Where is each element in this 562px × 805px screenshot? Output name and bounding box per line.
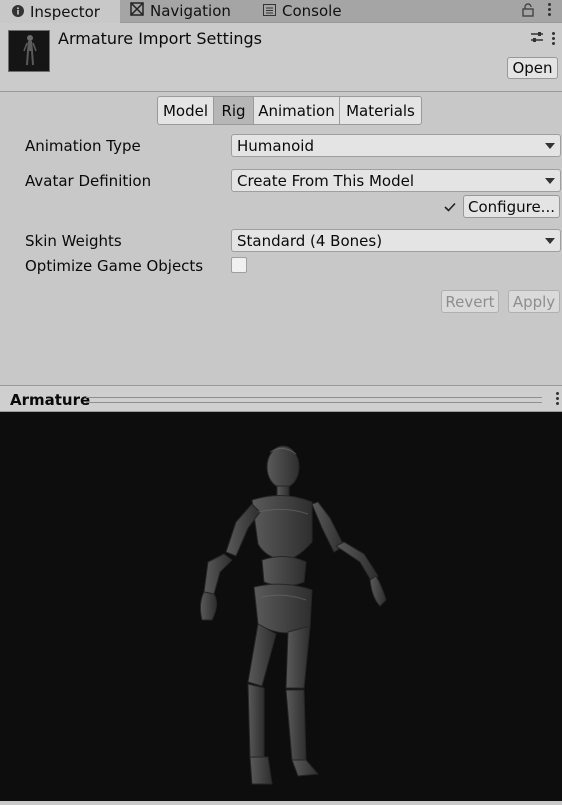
tab-label: Console [282,2,342,20]
model-preview-viewport[interactable] [0,412,562,801]
preview-menu-icon[interactable] [556,392,560,407]
skin-weights-dropdown[interactable]: Standard (4 Bones) [231,229,561,252]
optimize-game-objects-checkbox[interactable] [231,257,247,273]
tab-label: Navigation [150,2,231,20]
avatar-definition-value: Create From This Model [237,171,414,190]
tab-model[interactable]: Model [157,96,214,125]
model-thumbnail [8,30,50,72]
humanoid-model-figure [199,445,387,785]
animation-type-label: Animation Type [25,137,141,155]
tab-menu-icon[interactable] [548,3,552,18]
lock-icon[interactable] [522,3,534,21]
chevron-down-icon [545,178,555,184]
info-icon [12,3,24,21]
tab-materials[interactable]: Materials [339,96,422,125]
tab-console[interactable]: Console [263,0,363,22]
optimize-game-objects-label: Optimize Game Objects [25,257,204,275]
tab-bar: Inspector Navigation Console [0,0,562,23]
tab-navigation[interactable]: Navigation [130,0,250,22]
tab-animation[interactable]: Animation [253,96,340,125]
apply-button[interactable]: Apply [508,290,560,313]
revert-button[interactable]: Revert [441,290,499,313]
chevron-down-icon [545,238,555,244]
preview-drag-handle[interactable] [86,397,542,403]
tab-label: Inspector [30,2,100,21]
header-menu-icon[interactable] [552,32,556,47]
avatar-definition-label: Avatar Definition [25,172,152,190]
tab-rig[interactable]: Rig [213,96,254,125]
preview-title: Armature [10,391,91,409]
page-title: Armature Import Settings [58,29,263,48]
animation-type-value: Humanoid [237,136,314,155]
avatar-definition-dropdown[interactable]: Create From This Model [231,169,561,192]
console-icon [263,2,276,20]
tab-inspector[interactable]: Inspector [0,0,120,23]
preview-header[interactable]: Armature [0,385,562,412]
chevron-down-icon [545,143,555,149]
skin-weights-label: Skin Weights [25,232,122,250]
animation-type-dropdown[interactable]: Humanoid [231,134,561,157]
navigation-icon [130,2,144,20]
checkmark-icon [444,200,456,216]
settings-sliders-icon[interactable] [530,31,544,48]
inspector-header: Armature Import Settings Open [0,23,562,92]
open-button[interactable]: Open [507,57,558,79]
configure-button[interactable]: Configure... [463,195,560,218]
skin-weights-value: Standard (4 Bones) [237,231,383,250]
